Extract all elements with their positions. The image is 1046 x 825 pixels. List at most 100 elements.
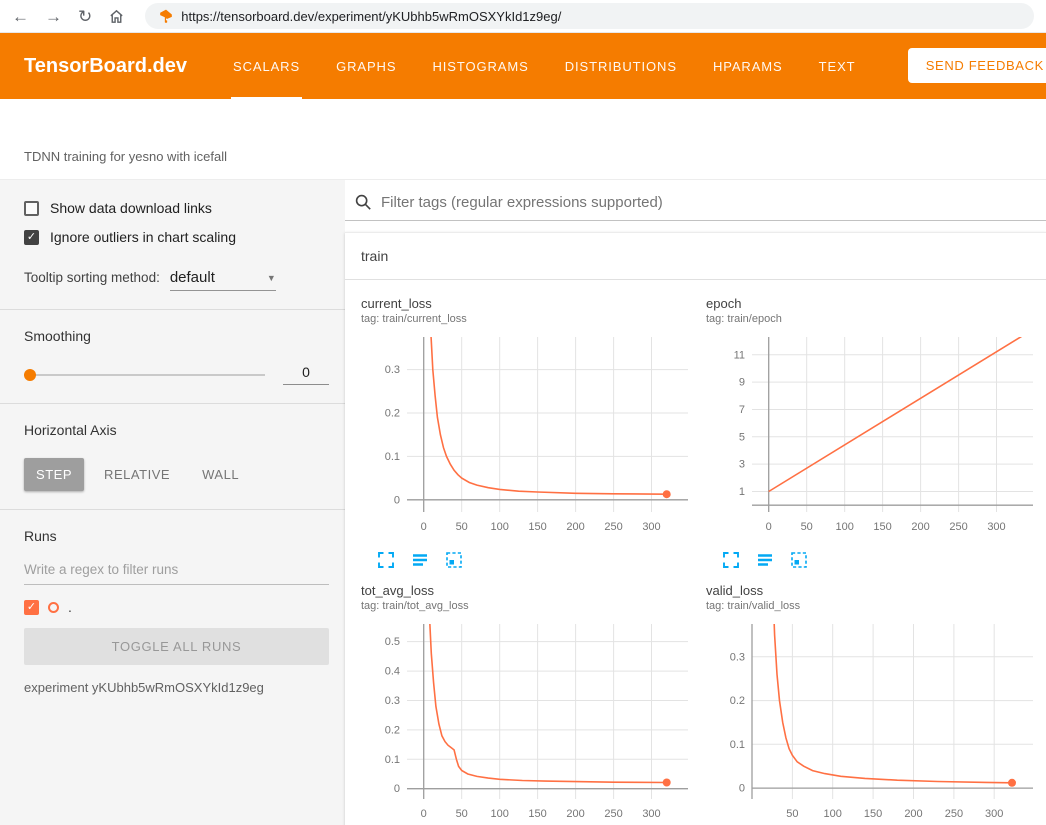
svg-text:250: 250	[949, 521, 967, 533]
experiment-title: TDNN training for yesno with icefall	[24, 149, 227, 164]
smoothing-slider[interactable]	[24, 374, 265, 376]
runs-filter-input[interactable]	[24, 556, 329, 585]
train-card-header[interactable]: train	[345, 233, 1046, 280]
chart-title: valid_loss	[706, 583, 1043, 598]
svg-text:0.3: 0.3	[385, 364, 400, 376]
chart-tot_avg_loss: tot_avg_losstag: train/tot_avg_loss05010…	[361, 583, 698, 825]
smoothing-row: 0	[24, 364, 329, 385]
svg-text:9: 9	[739, 377, 745, 389]
send-feedback-button[interactable]: SEND FEEDBACK	[908, 48, 1046, 83]
ignore-outliers-row[interactable]: ✓ Ignore outliers in chart scaling	[24, 229, 329, 245]
svg-text:3: 3	[739, 459, 745, 471]
address-bar[interactable]: https://tensorboard.dev/experiment/yKUbh…	[145, 3, 1034, 29]
chart-toolbar	[361, 551, 698, 569]
svg-text:0: 0	[394, 494, 400, 506]
svg-text:5: 5	[739, 431, 745, 443]
svg-text:150: 150	[528, 808, 546, 820]
chart-title: tot_avg_loss	[361, 583, 698, 598]
reload-icon[interactable]: ↻	[78, 8, 92, 25]
svg-text:50: 50	[456, 808, 468, 820]
tooltip-sorting-row: Tooltip sorting method: default ▼	[24, 269, 329, 291]
url-text: https://tensorboard.dev/experiment/yKUbh…	[181, 9, 561, 24]
checkbox-checked-icon[interactable]: ✓	[24, 230, 39, 245]
runs-label: Runs	[24, 528, 329, 544]
tab-hparams[interactable]: HPARAMS	[711, 33, 785, 99]
checkbox-unchecked-icon[interactable]	[24, 201, 39, 216]
svg-text:50: 50	[456, 521, 468, 533]
back-icon[interactable]: ←	[12, 8, 29, 25]
expand-chart-icon[interactable]	[377, 551, 395, 569]
smoothing-value[interactable]: 0	[283, 364, 329, 385]
tab-distributions[interactable]: DISTRIBUTIONS	[563, 33, 679, 99]
svg-text:0.2: 0.2	[730, 695, 745, 707]
svg-text:0.1: 0.1	[730, 739, 745, 751]
data-table-icon[interactable]	[756, 551, 774, 569]
chart-valid_loss: valid_losstag: train/valid_loss501001502…	[706, 583, 1043, 825]
chart-plot-valid_loss[interactable]: 5010015020025030000.10.20.3	[706, 620, 1043, 825]
svg-text:0.4: 0.4	[385, 666, 400, 678]
forward-icon[interactable]: →	[45, 8, 62, 25]
fit-domain-icon[interactable]	[790, 551, 808, 569]
axis-step-button[interactable]: STEP	[24, 458, 84, 491]
svg-text:0.3: 0.3	[730, 651, 745, 663]
tensorboard-favicon	[159, 9, 173, 23]
svg-text:100: 100	[836, 521, 854, 533]
svg-text:0.1: 0.1	[385, 754, 400, 766]
tab-histograms[interactable]: HISTOGRAMS	[430, 33, 530, 99]
tooltip-sorting-dropdown[interactable]: default ▼	[170, 269, 276, 291]
tab-text[interactable]: TEXT	[817, 33, 858, 99]
svg-text:150: 150	[528, 521, 546, 533]
chart-tag: tag: train/epoch	[706, 313, 1043, 325]
axis-wall-button[interactable]: WALL	[190, 458, 251, 491]
horizontal-axis-buttons: STEP RELATIVE WALL	[24, 458, 329, 491]
axis-relative-button[interactable]: RELATIVE	[92, 458, 182, 491]
brand[interactable]: TensorBoard.dev	[24, 33, 187, 99]
svg-text:0: 0	[766, 521, 772, 533]
chart-epoch: epochtag: train/epoch0501001502002503001…	[706, 296, 1043, 569]
svg-text:300: 300	[985, 808, 1003, 820]
sidebar: Show data download links ✓ Ignore outlie…	[0, 180, 345, 825]
content: Show data download links ✓ Ignore outlie…	[0, 179, 1046, 825]
tooltip-sorting-label: Tooltip sorting method:	[24, 270, 160, 285]
chart-plot-current_loss[interactable]: 05010015020025030000.10.20.3	[361, 333, 698, 538]
svg-text:7: 7	[739, 404, 745, 416]
chart-tag: tag: train/current_loss	[361, 313, 698, 325]
chart-tag: tag: train/valid_loss	[706, 600, 1043, 612]
chart-plot-tot_avg_loss[interactable]: 05010015020025030000.10.20.30.40.5	[361, 620, 698, 825]
run-checkbox[interactable]: ✓	[24, 600, 39, 615]
expand-chart-icon[interactable]	[722, 551, 740, 569]
run-row[interactable]: ✓ .	[24, 599, 329, 615]
chart-title: current_loss	[361, 296, 698, 311]
chart-tag: tag: train/tot_avg_loss	[361, 600, 698, 612]
chart-toolbar	[706, 551, 1043, 569]
chart-current_loss: current_losstag: train/current_loss05010…	[361, 296, 698, 569]
chart-title: epoch	[706, 296, 1043, 311]
train-card: train current_loss tag: train/current_los…	[345, 232, 1046, 825]
svg-text:200: 200	[566, 521, 584, 533]
svg-text:0: 0	[739, 783, 745, 795]
svg-text:250: 250	[945, 808, 963, 820]
svg-text:250: 250	[604, 808, 622, 820]
home-icon[interactable]	[108, 8, 125, 25]
data-table-icon[interactable]	[411, 551, 429, 569]
show-download-links-label: Show data download links	[50, 200, 212, 216]
group-title: train	[361, 248, 388, 264]
slider-thumb[interactable]	[24, 369, 36, 381]
tab-graphs[interactable]: GRAPHS	[334, 33, 398, 99]
tab-scalars[interactable]: SCALARS	[231, 33, 302, 99]
fit-domain-icon[interactable]	[445, 551, 463, 569]
divider	[0, 509, 345, 510]
svg-text:200: 200	[904, 808, 922, 820]
chart-plot-epoch[interactable]: 0501001502002503001357911	[706, 333, 1043, 538]
svg-text:1: 1	[739, 486, 745, 498]
run-color-swatch	[48, 602, 59, 613]
svg-text:0.2: 0.2	[385, 724, 400, 736]
svg-text:0: 0	[421, 808, 427, 820]
ignore-outliers-label: Ignore outliers in chart scaling	[50, 229, 236, 245]
show-download-links-row[interactable]: Show data download links	[24, 200, 329, 216]
toggle-all-runs-button[interactable]: TOGGLE ALL RUNS	[24, 628, 329, 665]
experiment-id: experiment yKUbhb5wRmOSXYkId1z9eg	[24, 680, 329, 695]
filter-tags-input[interactable]	[381, 194, 1046, 211]
horizontal-axis-label: Horizontal Axis	[24, 422, 329, 438]
tooltip-sorting-value: default	[170, 269, 215, 286]
